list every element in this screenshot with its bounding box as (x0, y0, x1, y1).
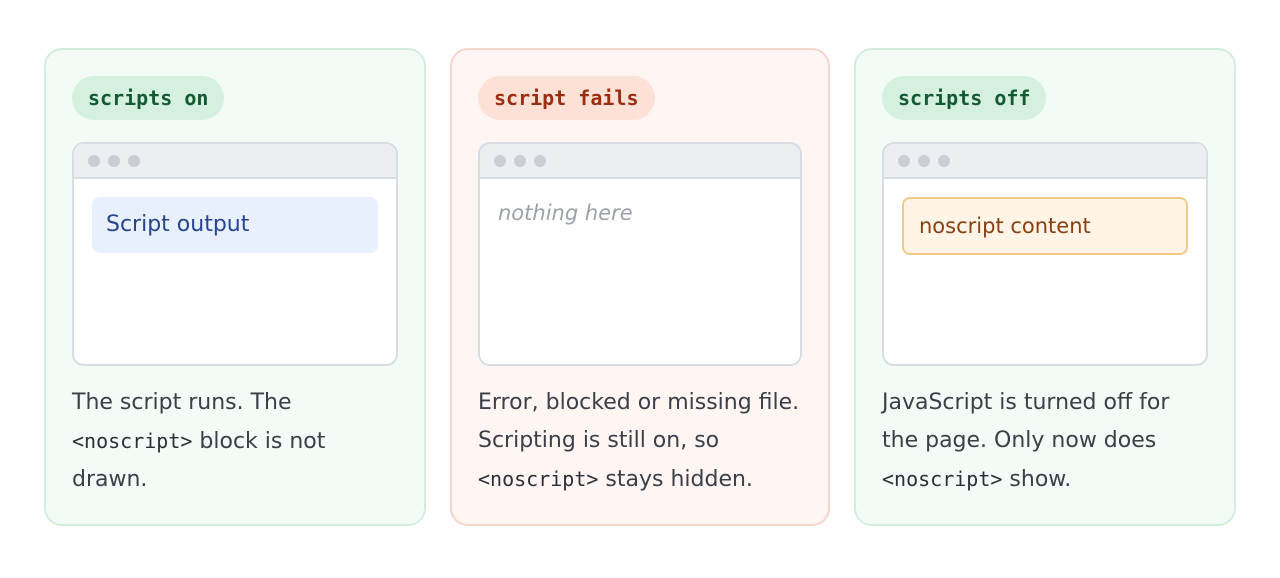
description-text: JavaScript is turned off for the page. O… (882, 390, 1170, 453)
noscript-code: <noscript> (72, 429, 193, 453)
noscript-content-box: noscript content (902, 197, 1188, 255)
noscript-code: <noscript> (478, 467, 599, 491)
description-text: Error, blocked or missing file. Scriptin… (478, 390, 800, 453)
window-dot-icon (918, 154, 930, 167)
panel-scripts-on: scripts on Script output The script runs… (44, 48, 426, 526)
panel-script-fails: script fails nothing here Error, blocked… (450, 48, 830, 526)
browser-window: noscript content (882, 142, 1208, 366)
browser-viewport: noscript content (884, 179, 1206, 273)
browser-titlebar (884, 144, 1206, 179)
window-dot-icon (128, 154, 140, 167)
browser-window: nothing here (478, 142, 802, 366)
window-dot-icon (494, 154, 506, 167)
panel-description: JavaScript is turned off for the page. O… (882, 384, 1208, 499)
window-dot-icon (514, 154, 526, 167)
window-dot-icon (534, 154, 546, 167)
description-text: stays hidden. (598, 467, 753, 492)
panel-scripts-off: scripts off noscript content JavaScript … (854, 48, 1236, 526)
browser-titlebar (480, 144, 800, 179)
panel-label: scripts on (72, 76, 225, 120)
window-dot-icon (938, 154, 950, 167)
browser-viewport: Script output (74, 179, 396, 271)
window-dot-icon (88, 154, 100, 167)
browser-viewport: nothing here (480, 179, 800, 245)
browser-window: Script output (72, 142, 398, 366)
window-dot-icon (898, 154, 910, 167)
panel-description: Error, blocked or missing file. Scriptin… (478, 384, 802, 499)
panel-label: script fails (478, 76, 655, 120)
noscript-code: <noscript> (882, 467, 1003, 491)
description-text: The script runs. The (72, 390, 292, 415)
empty-placeholder: nothing here (498, 201, 633, 225)
comparison-panels: scripts on Script output The script runs… (44, 48, 1236, 526)
panel-description: The script runs. The <noscript> block is… (72, 384, 398, 499)
browser-titlebar (74, 144, 396, 179)
script-output-box: Script output (92, 197, 378, 253)
window-dot-icon (108, 154, 120, 167)
description-text: show. (1002, 467, 1072, 492)
panel-label: scripts off (882, 76, 1047, 120)
